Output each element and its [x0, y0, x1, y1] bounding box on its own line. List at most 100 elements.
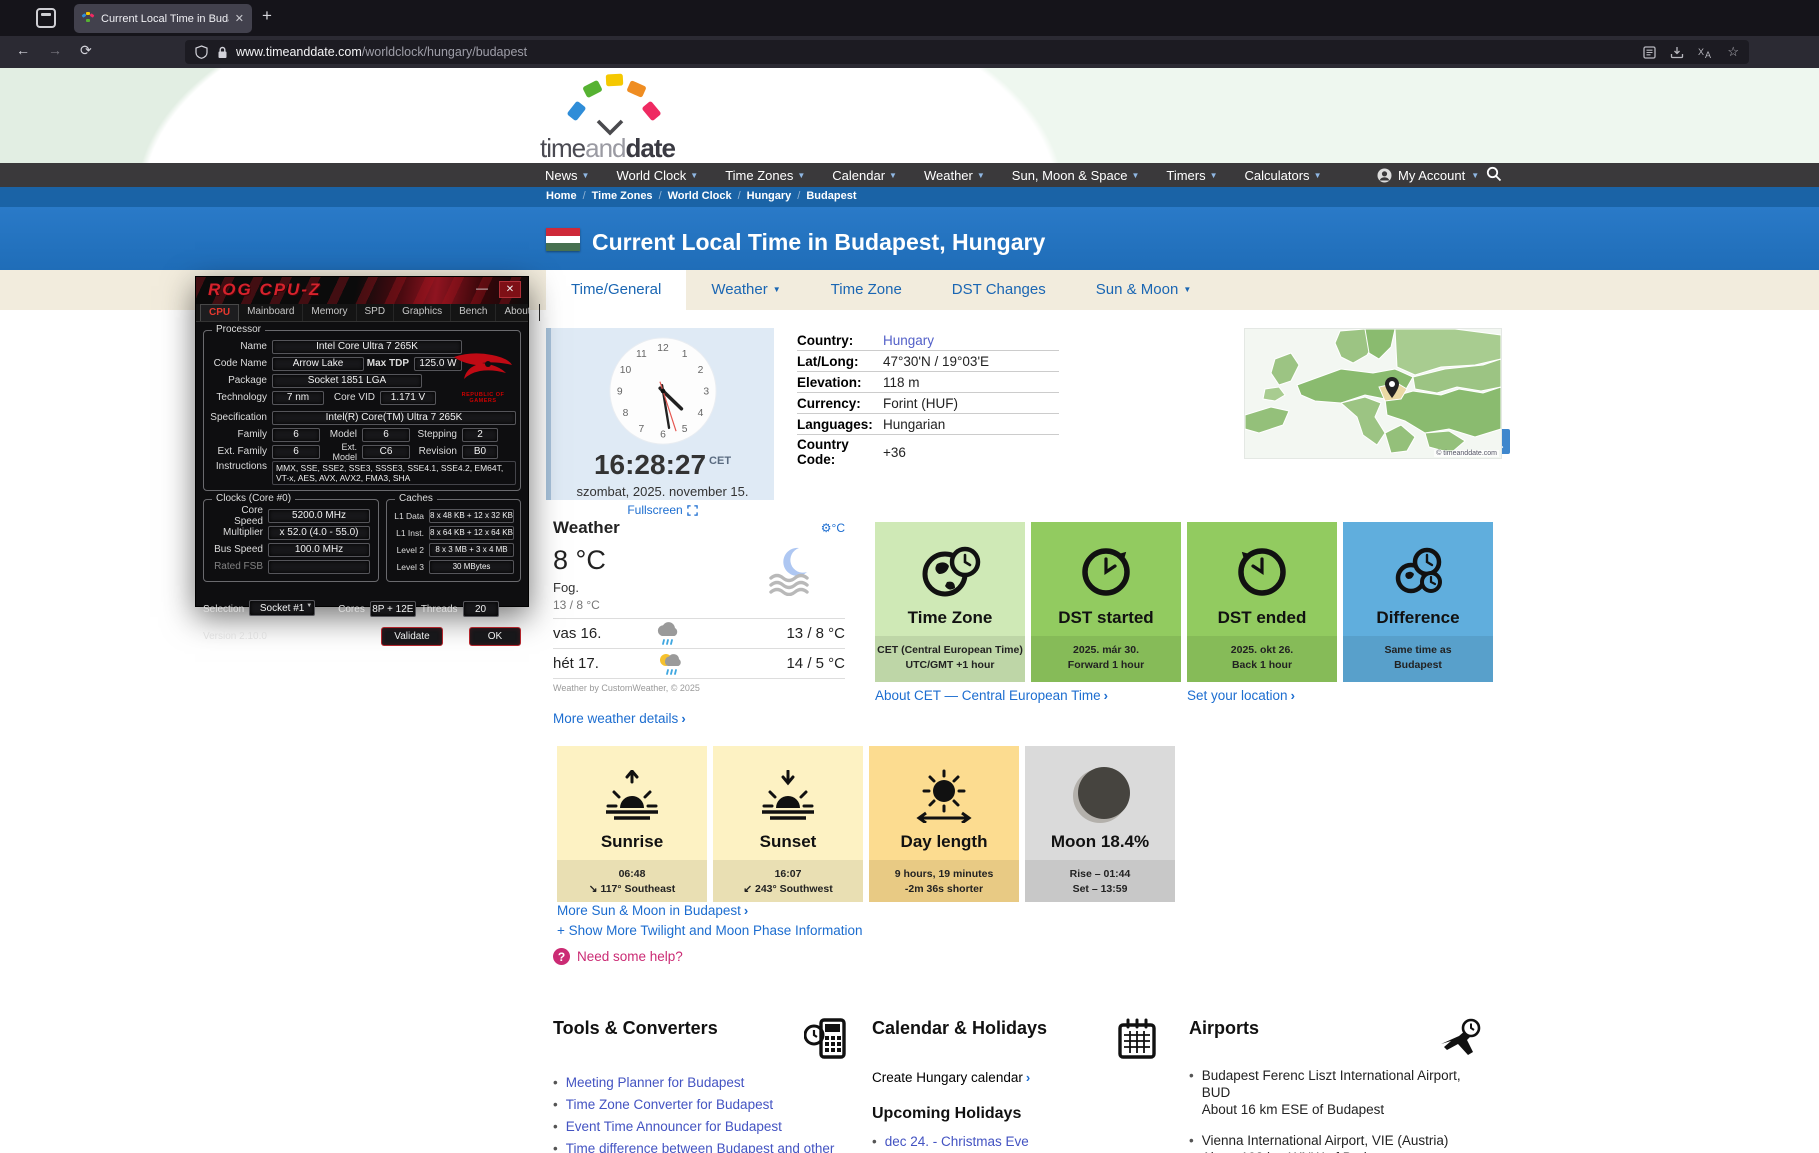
- technology-value: 7 nm: [272, 390, 324, 405]
- firefox-view-icon[interactable]: [36, 8, 56, 28]
- need-help-link[interactable]: Need some help?: [577, 949, 683, 964]
- day-length-box[interactable]: Day length 9 hours, 19 minutes -2m 36s sh…: [869, 746, 1019, 902]
- svg-text:8: 8: [622, 408, 628, 419]
- search-icon[interactable]: [1486, 166, 1502, 182]
- breadcrumb-home[interactable]: Home: [546, 190, 577, 202]
- airplane-icon: [1441, 1018, 1481, 1055]
- breadcrumb-hungary[interactable]: Hungary: [747, 190, 792, 202]
- chevron-down-icon: ▼: [772, 285, 781, 294]
- table-row: Currency: Forint (HUF): [797, 393, 1059, 414]
- breadcrumb-time-zones[interactable]: Time Zones: [592, 190, 653, 202]
- list-item[interactable]: • Time Zone Converter for Budapest: [553, 1094, 848, 1116]
- nav-item-calculators[interactable]: Calculators ▼: [1245, 168, 1322, 183]
- tab-time-zone[interactable]: Time Zone: [806, 270, 927, 310]
- chevron-down-icon: ▼: [581, 170, 590, 180]
- my-account-menu[interactable]: My Account ▼: [1377, 163, 1479, 187]
- cpuz-tab-graphics[interactable]: Graphics: [394, 304, 452, 321]
- sunrise-box[interactable]: Sunrise 06:48 ↘ 117° Southeast: [557, 746, 707, 902]
- cpuz-tab-memory[interactable]: Memory: [303, 304, 357, 321]
- forward-button[interactable]: →: [48, 42, 62, 58]
- airport-item[interactable]: • Vienna International Airport, VIE (Aus…: [1189, 1132, 1489, 1153]
- logo-tile-pink: [641, 100, 662, 122]
- box-title: Moon 18.4%: [1050, 832, 1150, 851]
- reload-button[interactable]: ⟳: [80, 42, 92, 59]
- difference-box[interactable]: Difference Same time as Budapest: [1343, 522, 1493, 682]
- set-location-link[interactable]: Set your location: [1187, 688, 1288, 703]
- tab-dst-changes[interactable]: DST Changes: [927, 270, 1071, 310]
- package-value: Socket 1851 LGA: [272, 373, 422, 388]
- browser-toolbar: ← → ⟳ www.timeanddate.com/worldclock/hun…: [0, 36, 1819, 68]
- lock-icon[interactable]: [217, 46, 228, 59]
- bookmark-star-icon[interactable]: ☆: [1727, 44, 1739, 60]
- tab-sun-moon[interactable]: Sun & Moon ▼: [1071, 270, 1216, 310]
- breadcrumb-world-clock[interactable]: World Clock: [668, 190, 732, 202]
- new-tab-button[interactable]: +: [262, 6, 272, 26]
- more-weather-link[interactable]: More weather details: [553, 711, 678, 726]
- timezone-box[interactable]: Time Zone CET (Central European Time) UTC…: [875, 522, 1025, 682]
- url-text[interactable]: www.timeanddate.com/worldclock/hungary/b…: [236, 45, 1629, 59]
- create-calendar-link[interactable]: Create Hungary calendar: [872, 1070, 1023, 1085]
- timezone-boxes: Time Zone CET (Central European Time) UTC…: [875, 522, 1493, 682]
- tab-weather[interactable]: Weather ▼: [686, 270, 805, 310]
- tab-time-general[interactable]: Time/General: [546, 270, 687, 310]
- shield-icon[interactable]: [195, 45, 208, 59]
- dst-started-box[interactable]: DST started 2025. már 30. Forward 1 hour: [1031, 522, 1181, 682]
- fog-moon-icon: [769, 547, 809, 596]
- box-title: Day length: [900, 832, 988, 851]
- user-icon: [1377, 168, 1392, 182]
- svg-text:10: 10: [619, 365, 631, 376]
- timeanddate-logo[interactable]: timeanddate: [540, 71, 740, 163]
- list-item[interactable]: • Time difference between Budapest and ot…: [553, 1138, 848, 1153]
- list-item[interactable]: • Event Time Announcer for Budapest: [553, 1116, 848, 1138]
- dst-ended-box[interactable]: DST ended 2025. okt 26. Back 1 hour: [1187, 522, 1337, 682]
- url-bar[interactable]: www.timeanddate.com/worldclock/hungary/b…: [185, 40, 1749, 64]
- cpuz-titlebar[interactable]: ROG CPU-Z — ✕: [196, 277, 528, 304]
- nav-item-time-zones[interactable]: Time Zones ▼: [725, 168, 805, 183]
- browser-tab[interactable]: Current Local Time in Budapest ✕: [74, 4, 252, 33]
- cpuz-tab-about[interactable]: About: [496, 304, 540, 321]
- fact-value: +36: [883, 444, 906, 460]
- logo-tile-blue: [566, 100, 587, 122]
- cpuz-window[interactable]: ROG CPU-Z — ✕ CPU Mainboard Memory SPD G…: [195, 276, 540, 646]
- fullscreen-link[interactable]: Fullscreen: [627, 503, 698, 517]
- twilight-toggle-link[interactable]: + Show More Twilight and Moon Phase Info…: [557, 923, 863, 938]
- cpuz-tab-mainboard[interactable]: Mainboard: [239, 304, 304, 321]
- list-item[interactable]: • dec 24. - Christmas Eve: [872, 1131, 1157, 1153]
- nav-item-weather[interactable]: Weather ▼: [924, 168, 985, 183]
- nav-item-calendar[interactable]: Calendar ▼: [832, 168, 897, 183]
- direction-arrow-icon: ↘: [588, 883, 598, 896]
- more-sun-moon-link[interactable]: More Sun & Moon in Budapest: [557, 903, 741, 918]
- breadcrumb-budapest[interactable]: Budapest: [806, 190, 856, 202]
- unit-settings[interactable]: ⚙°C: [821, 521, 845, 535]
- map-credit: © timeanddate.com: [1434, 450, 1499, 457]
- sunset-box[interactable]: Sunset 16:07 ↙ 243° Southwest: [713, 746, 863, 902]
- ok-button[interactable]: OK: [469, 627, 521, 646]
- tools-calculator-icon: [804, 1018, 846, 1059]
- moon-box[interactable]: Moon 18.4% Rise – 01:44 Set – 13:59: [1025, 746, 1175, 902]
- close-button[interactable]: ✕: [499, 281, 521, 298]
- minimize-button[interactable]: —: [476, 281, 488, 295]
- nav-item-timers[interactable]: Timers ▼: [1166, 168, 1217, 183]
- validate-button[interactable]: Validate: [381, 627, 443, 646]
- europe-map[interactable]: © timeanddate.com: [1244, 328, 1502, 459]
- footer-tools-column: Tools & Converters • Meeting Planner for …: [553, 1018, 848, 1153]
- list-item[interactable]: • Meeting Planner for Budapest: [553, 1072, 848, 1094]
- close-tab-icon[interactable]: ✕: [235, 12, 244, 25]
- cpuz-tab-spd[interactable]: SPD: [357, 304, 395, 321]
- specification-value: Intel(R) Core(TM) Ultra 7 265K: [272, 410, 516, 425]
- nav-item-news[interactable]: News ▼: [545, 168, 589, 183]
- nav-item-sun-moon-space[interactable]: Sun, Moon & Space ▼: [1012, 168, 1140, 183]
- save-to-pocket-icon[interactable]: [1670, 46, 1684, 59]
- clocks-group: Clocks (Core #0) Core Speed 5200.0 MHz Mu…: [203, 493, 379, 582]
- about-cet-link[interactable]: About CET — Central European Time: [875, 688, 1101, 703]
- country-link[interactable]: Hungary: [883, 333, 934, 348]
- clocks-globe-icon: [1343, 536, 1493, 608]
- translate-icon[interactable]: X A: [1698, 46, 1713, 59]
- table-row: Lat/Long: 47°30'N / 19°03'E: [797, 351, 1059, 372]
- reader-mode-icon[interactable]: [1643, 45, 1656, 59]
- cpuz-tab-bench[interactable]: Bench: [451, 304, 497, 321]
- airport-item[interactable]: • Budapest Ferenc Liszt International Ai…: [1189, 1067, 1489, 1118]
- back-button[interactable]: ←: [16, 42, 30, 58]
- cpuz-tab-cpu[interactable]: CPU: [200, 304, 240, 321]
- nav-item-world-clock[interactable]: World Clock ▼: [616, 168, 698, 183]
